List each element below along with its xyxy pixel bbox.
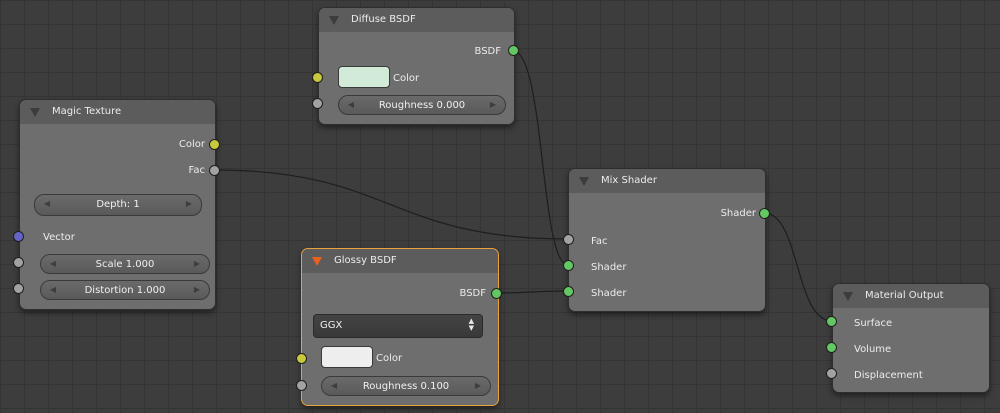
decrement-arrow-icon[interactable]: ◀ [328, 377, 340, 395]
color-label: Color [393, 73, 420, 84]
color-label: Color [376, 353, 403, 364]
collapse-triangle-icon[interactable] [843, 292, 853, 301]
link-magic-fac-to-mix-fac [214, 169, 569, 240]
node-header[interactable]: Magic Texture [20, 100, 215, 124]
node-title: Material Output [865, 290, 944, 301]
increment-arrow-icon[interactable]: ▶ [191, 281, 203, 299]
node-header[interactable]: Material Output [833, 284, 989, 308]
increment-arrow-icon[interactable]: ▶ [191, 255, 203, 273]
shader1-label: Shader [591, 262, 627, 273]
shader2-label: Shader [591, 288, 627, 299]
output-label-shader: Shader [720, 208, 756, 219]
node-title: Diffuse BSDF [351, 14, 416, 25]
distribution-value: GGX [320, 320, 343, 331]
output-label-fac: Fac [188, 165, 205, 176]
magic-fac-output-socket[interactable] [209, 165, 220, 176]
diffuse-bsdf-output-socket[interactable] [508, 45, 519, 56]
collapse-triangle-icon[interactable] [579, 177, 589, 186]
diffuse-roughness-input-socket[interactable] [312, 98, 323, 109]
link-diffuse-bsdf-to-mix-shader1 [512, 50, 569, 266]
output-label-bsdf: BSDF [459, 288, 486, 299]
displacement-label: Displacement [854, 370, 923, 381]
mix-fac-input-socket[interactable] [563, 234, 574, 245]
node-title: Glossy BSDF [334, 255, 397, 266]
node-title: Magic Texture [52, 106, 122, 117]
increment-arrow-icon[interactable]: ▶ [487, 96, 499, 114]
dropdown-arrows-icon: ▲ ▼ [468, 317, 474, 332]
magic-color-output-socket[interactable] [209, 139, 220, 150]
distribution-dropdown[interactable]: GGX ▲ ▼ [313, 314, 483, 338]
depth-field[interactable]: ◀ Depth: 1 ▶ [34, 194, 202, 216]
magic-texture-node[interactable]: Magic Texture Color Fac ◀ Depth: 1 ▶ Vec… [19, 99, 216, 310]
decrement-arrow-icon[interactable]: ◀ [345, 96, 357, 114]
surface-label: Surface [854, 318, 893, 329]
distortion-value: Distortion 1.000 [84, 285, 166, 296]
diffuse-bsdf-node[interactable]: Diffuse BSDF BSDF Color ◀ Roughness 0.00… [318, 7, 515, 125]
glossy-bsdf-output-socket[interactable] [491, 288, 502, 299]
link-glossy-bsdf-to-mix-shader2 [496, 290, 569, 294]
vector-label: Vector [43, 232, 75, 243]
volume-label: Volume [854, 344, 892, 355]
node-header[interactable]: Mix Shader [569, 169, 765, 193]
mix-shader1-input-socket[interactable] [563, 260, 574, 271]
output-displacement-input-socket[interactable] [826, 368, 837, 379]
output-volume-input-socket[interactable] [826, 342, 837, 353]
scale-value: Scale 1.000 [95, 259, 155, 270]
roughness-field[interactable]: ◀ Roughness 0.000 ▶ [338, 95, 506, 115]
collapse-triangle-icon[interactable] [329, 16, 339, 25]
diffuse-color-input-socket[interactable] [312, 72, 323, 83]
mix-shader-node[interactable]: Mix Shader Shader Fac Shader Shader [568, 168, 766, 312]
mix-shader-output-socket[interactable] [759, 208, 770, 219]
glossy-roughness-input-socket[interactable] [296, 380, 307, 391]
collapse-triangle-icon[interactable] [312, 257, 322, 266]
decrement-arrow-icon[interactable]: ◀ [47, 255, 59, 273]
roughness-field[interactable]: ◀ Roughness 0.100 ▶ [321, 376, 491, 396]
glossy-color-input-socket[interactable] [296, 353, 307, 364]
node-header[interactable]: Glossy BSDF [302, 249, 498, 273]
magic-scale-input-socket[interactable] [13, 257, 24, 268]
decrement-arrow-icon[interactable]: ◀ [47, 281, 59, 299]
material-output-node[interactable]: Material Output Surface Volume Displacem… [832, 283, 990, 393]
glossy-bsdf-node[interactable]: Glossy BSDF BSDF GGX ▲ ▼ Color ◀ Roughnes… [301, 248, 499, 406]
node-title: Mix Shader [601, 175, 657, 186]
decrement-arrow-icon[interactable]: ◀ [41, 195, 53, 213]
link-mix-shader-to-surface [763, 212, 833, 322]
roughness-value: Roughness 0.000 [378, 100, 466, 111]
node-header[interactable]: Diffuse BSDF [319, 8, 514, 32]
output-label-color: Color [178, 139, 205, 150]
color-swatch[interactable] [338, 66, 390, 88]
mix-shader2-input-socket[interactable] [563, 286, 574, 297]
roughness-value: Roughness 0.100 [362, 381, 450, 392]
collapse-triangle-icon[interactable] [30, 108, 40, 117]
output-surface-input-socket[interactable] [826, 316, 837, 327]
depth-value: Depth: 1 [96, 199, 140, 210]
magic-distortion-input-socket[interactable] [13, 283, 24, 294]
magic-vector-input-socket[interactable] [13, 231, 24, 242]
increment-arrow-icon[interactable]: ▶ [472, 377, 484, 395]
distortion-field[interactable]: ◀ Distortion 1.000 ▶ [40, 280, 210, 300]
fac-label: Fac [591, 236, 608, 247]
color-swatch[interactable] [321, 346, 373, 368]
increment-arrow-icon[interactable]: ▶ [183, 195, 195, 213]
scale-field[interactable]: ◀ Scale 1.000 ▶ [40, 254, 210, 274]
output-label-bsdf: BSDF [474, 46, 501, 57]
